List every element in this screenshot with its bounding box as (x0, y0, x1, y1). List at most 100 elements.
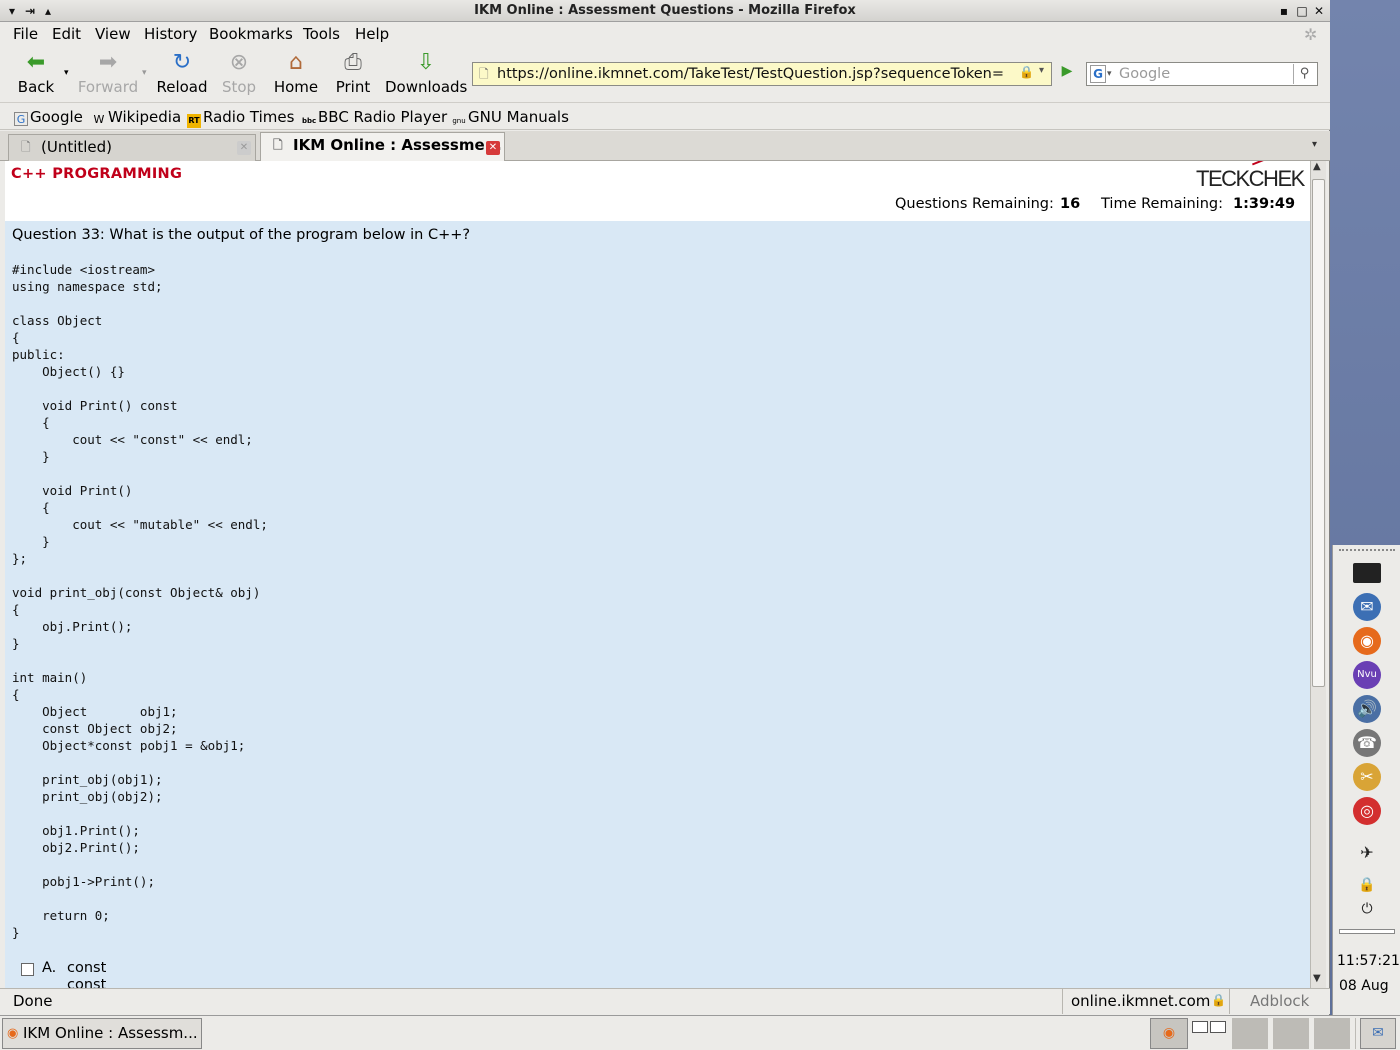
workspace-1[interactable] (1192, 1021, 1208, 1033)
scroll-thumb[interactable] (1312, 179, 1325, 687)
search-input[interactable]: G ▾ Google ⚲ (1086, 62, 1318, 86)
bookmark-bbc-radio-player[interactable]: bbc BBC Radio Player (302, 108, 447, 128)
answer-a-line: const (67, 977, 107, 988)
search-engine-icon[interactable]: G (1090, 65, 1106, 83)
print-label: Print (335, 78, 371, 96)
radio-times-icon: RT (187, 114, 201, 128)
print-button[interactable]: ⎙ Print (333, 50, 373, 98)
menu-bookmarks[interactable]: Bookmarks (209, 25, 293, 43)
bookmark-gnu-manuals[interactable]: gnu GNU Manuals (452, 108, 569, 128)
taskbar-firefox-task[interactable]: ◉ IKM Online : Assessm... (2, 1018, 202, 1049)
tab-close-icon[interactable]: ✕ (486, 141, 500, 155)
tab-label: (Untitled) (41, 138, 113, 156)
tab-list-icon[interactable]: ▾ (1312, 139, 1317, 150)
bookmark-wikipedia[interactable]: W Wikipedia (92, 108, 182, 127)
help-lifebuoy-icon[interactable]: ◎ (1353, 797, 1381, 825)
back-button[interactable]: ⬅ Back (12, 50, 60, 98)
vertical-scrollbar[interactable]: ▲ ▼ (1310, 161, 1326, 988)
home-icon: ⌂ (289, 50, 303, 75)
answer-a-letter: A. (42, 960, 57, 976)
bookmark-google[interactable]: G Google (14, 108, 83, 126)
power-icon[interactable]: ⏻ (1353, 895, 1381, 923)
bookmark-radio-times[interactable]: RT Radio Times (187, 108, 294, 128)
window-title: IKM Online : Assessment Questions - Mozi… (474, 3, 856, 18)
close-icon[interactable]: ✕ (1311, 3, 1327, 19)
window-menu-icon[interactable]: ▾ (4, 3, 20, 19)
tray-thunderbird-icon[interactable]: ✉ (1360, 1018, 1396, 1049)
tab-label: IKM Online : Assessme... (293, 136, 502, 154)
terminal-icon[interactable] (1353, 563, 1381, 583)
lock-icon[interactable]: 🔒 (1019, 65, 1034, 79)
downloads-button[interactable]: ⇩ Downloads (385, 50, 467, 98)
menu-edit[interactable]: Edit (52, 25, 81, 43)
task-label: IKM Online : Assessm... (23, 1024, 198, 1042)
taskbar: ◉ IKM Online : Assessm... ◉ ✉ (0, 1015, 1400, 1050)
window-titlebar[interactable]: ▾ ⇥ ▴ IKM Online : Assessment Questions … (0, 0, 1330, 22)
adblock-button[interactable]: Adblock (1250, 992, 1309, 1010)
tab-close-icon[interactable]: ✕ (237, 141, 251, 155)
reload-label: Reload (156, 78, 208, 96)
bookmarks-toolbar: G Google W Wikipedia RT Radio Times bbc BBC … (0, 102, 1330, 130)
search-placeholder: Google (1119, 66, 1171, 82)
workspace-pager[interactable] (1232, 1018, 1356, 1049)
back-label: Back (17, 78, 55, 96)
back-dropdown-icon[interactable]: ▾ (64, 68, 69, 78)
firefox-icon[interactable]: ◉ (1353, 627, 1381, 655)
workspace-switcher[interactable] (1190, 1018, 1230, 1049)
home-button[interactable]: ⌂ Home (273, 50, 319, 98)
security-panel[interactable]: online.ikmnet.com 🔒 (1062, 989, 1230, 1014)
downloads-label: Downloads (385, 78, 468, 96)
menu-view[interactable]: View (95, 25, 131, 43)
scroll-up-icon[interactable]: ▲ (1313, 161, 1321, 172)
menubar: File Edit View History Bookmarks Tools H… (0, 22, 1330, 46)
reload-button[interactable]: ↻ Reload (156, 50, 208, 98)
minimize-icon[interactable]: ▪ (1276, 3, 1292, 19)
teckchek-logo: TECKCHEK (1196, 166, 1305, 191)
workspace-2[interactable] (1210, 1021, 1226, 1033)
host-text: online.ikmnet.com (1071, 992, 1211, 1010)
subject-title: C++ PROGRAMMING (11, 166, 183, 182)
forward-label: Forward (77, 78, 139, 96)
dock-grip[interactable] (1339, 549, 1395, 551)
status-text: Done (13, 992, 53, 1010)
scroll-down-icon[interactable]: ▼ (1313, 973, 1321, 984)
side-dock: ✉ ◉ Nvu 🔊 ☎ ✂ ◎ ✈ 🔒 ⏻ 11:57:21 08 Aug (1332, 545, 1400, 1015)
menu-tools[interactable]: Tools (303, 25, 340, 43)
engine-dropdown-icon[interactable]: ▾ (1107, 63, 1112, 85)
question-area: Question 33: What is the output of the p… (5, 221, 1310, 988)
thunderbird-icon[interactable]: ✉ (1353, 593, 1381, 621)
page-icon: 🗋 (21, 140, 31, 154)
firefox-launcher-icon[interactable]: ◉ (1150, 1018, 1188, 1049)
network-icon[interactable]: ✈ (1353, 839, 1381, 867)
telephone-icon[interactable]: ☎ (1353, 729, 1381, 757)
questions-remaining-label: Questions Remaining: (895, 196, 1054, 212)
tab-ikm-online[interactable]: 🗋 IKM Online : Assessme... ✕ (260, 132, 505, 162)
forward-arrow-icon: ➡ (98, 50, 118, 75)
go-icon[interactable]: ▶ (1057, 63, 1077, 85)
raise-icon[interactable]: ▴ (40, 3, 56, 19)
tab-untitled[interactable]: 🗋 (Untitled) ✕ (8, 134, 256, 161)
question-text: Question 33: What is the output of the p… (12, 227, 471, 243)
time-remaining-label: Time Remaining: (1101, 196, 1223, 212)
clock-date: 08 Aug (1339, 978, 1389, 994)
nvu-icon[interactable]: Nvu (1353, 661, 1381, 689)
url-input[interactable]: 🗋 https://online.ikmnet.com/TakeTest/Tes… (472, 62, 1052, 86)
browser-window: ▾ ⇥ ▴ IKM Online : Assessment Questions … (0, 0, 1330, 1015)
forward-dropdown-icon[interactable]: ▾ (142, 68, 147, 78)
url-dropdown-icon[interactable]: ▾ (1039, 65, 1044, 76)
lock-icon: 🔒 (1211, 993, 1226, 1007)
speaker-icon[interactable]: 🔊 (1353, 695, 1381, 723)
menu-file[interactable]: File (13, 25, 38, 43)
volume-slider[interactable] (1339, 929, 1395, 934)
forward-button[interactable]: ➡ Forward (76, 50, 140, 98)
menu-history[interactable]: History (144, 25, 197, 43)
maximize-icon[interactable]: □ (1294, 3, 1310, 19)
menu-help[interactable]: Help (355, 25, 389, 43)
answer-a-checkbox[interactable] (21, 963, 34, 976)
clock-time: 11:57:21 (1337, 953, 1400, 969)
wikipedia-icon: W (93, 113, 105, 126)
magnifier-icon[interactable]: ⚲ (1293, 64, 1315, 84)
tools-icon[interactable]: ✂ (1353, 763, 1381, 791)
shade-icon[interactable]: ⇥ (22, 3, 38, 19)
stop-button[interactable]: ⊗ Stop (220, 50, 258, 98)
